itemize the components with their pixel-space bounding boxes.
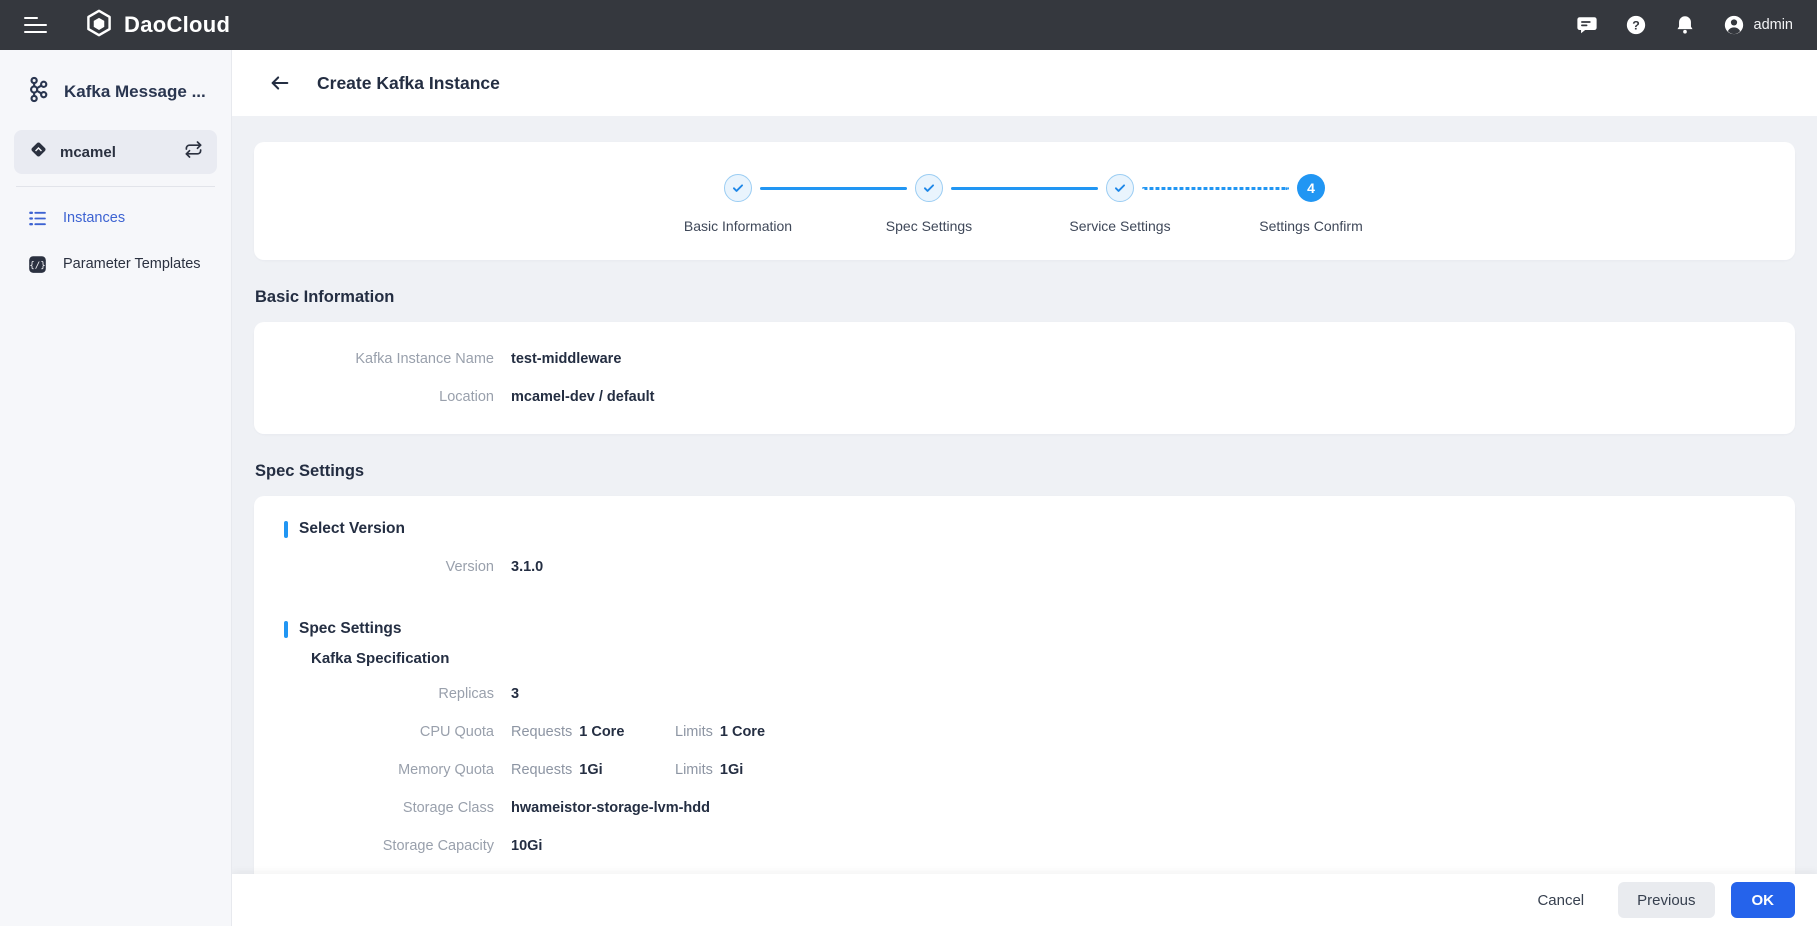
info-row: CPU Quota Requests 1 Core Limits 1 Core (284, 713, 1765, 751)
sidebar-item-label: Parameter Templates (63, 256, 201, 272)
stepper-step-3[interactable]: Service Settings (951, 174, 1216, 234)
stepper: Basic Information Spec Settings Service Se… (254, 174, 1795, 234)
bell-icon[interactable] (1674, 14, 1696, 36)
info-row-value: Requests 1Gi Limits 1Gi (511, 762, 743, 778)
cancel-button[interactable]: Cancel (1521, 883, 1600, 918)
step-check-icon (915, 174, 943, 202)
sidebar-item-label: Instances (63, 210, 126, 226)
workspace-selector[interactable]: mcamel (14, 130, 217, 174)
info-row: Storage Class hwameistor-storage-lvm-hdd (284, 789, 1765, 827)
daocloud-cube-icon (84, 8, 114, 43)
stepper-step-2[interactable]: Spec Settings (760, 174, 1025, 234)
message-icon[interactable] (1576, 14, 1598, 36)
info-row: Location mcamel-dev / default (284, 378, 1765, 416)
info-row-value: test-middleware (511, 351, 622, 367)
user-name: admin (1753, 17, 1794, 33)
info-row-value: 3 (511, 686, 520, 702)
info-row-value: Requests 1 Core Limits 1 Core (511, 724, 765, 740)
quota-pair: Requests 1 Core (511, 724, 653, 740)
step-check-icon (724, 174, 752, 202)
sidebar-item-parameter-templates[interactable]: {/} Parameter Templates (0, 241, 231, 287)
kafka-specification-subtitle: Kafka Specification (311, 650, 450, 667)
quota-pair-key: Requests (511, 762, 573, 778)
back-arrow-icon[interactable] (269, 72, 291, 94)
quota-pair-key: Limits (675, 762, 713, 778)
select-version-title: Select Version (299, 520, 405, 537)
info-row-value: hwameistor-storage-lvm-hdd (511, 800, 710, 816)
previous-button[interactable]: Previous (1618, 882, 1715, 918)
info-row: Memory Quota Requests 1Gi Limits 1Gi (284, 751, 1765, 789)
quota-pair: Limits 1 Core (675, 724, 765, 740)
workspace-name: mcamel (60, 143, 116, 161)
section-title-basic-information: Basic Information (255, 288, 395, 306)
step-label: Spec Settings (885, 218, 973, 234)
info-row: Version 3.1.0 (284, 548, 1765, 586)
avatar-icon (1723, 14, 1745, 36)
section-title-spec-settings: Spec Settings (255, 462, 365, 480)
switch-workspace-icon[interactable] (184, 140, 203, 164)
stepper-step-4[interactable]: 4 Settings Confirm (1142, 174, 1407, 234)
quota-pair: Requests 1Gi (511, 762, 653, 778)
info-row-label: Memory Quota (398, 762, 494, 778)
info-row: Storage Capacity 10Gi (284, 827, 1765, 865)
menu-toggle-icon[interactable] (24, 16, 48, 34)
spec-settings-block-header: Spec Settings (284, 620, 1765, 638)
basic-information-card: Kafka Instance Name test-middleware Locati… (254, 322, 1795, 434)
quota-pair-key: Requests (511, 724, 573, 740)
quota-pair-value: 1 Core (579, 724, 625, 740)
info-row-label: Replicas (438, 686, 494, 702)
quota-pair: Limits 1Gi (675, 762, 743, 778)
sidebar-app-title: Kafka Message ... (64, 82, 206, 101)
step-label: Service Settings (1069, 218, 1171, 234)
info-row-label: Version (445, 559, 494, 575)
sidebar-nav: Instances {/} Parameter Templates (0, 195, 231, 287)
main-content: Basic Information Spec Settings Service Se… (232, 116, 1817, 874)
info-row-label: Location (439, 389, 494, 405)
info-row-label: Storage Class (402, 800, 494, 816)
workspace-icon (28, 139, 49, 165)
accent-bar (284, 520, 288, 538)
help-icon[interactable]: ? (1625, 14, 1647, 36)
user-menu[interactable]: admin (1723, 14, 1794, 36)
quota-pair-value: 1Gi (579, 762, 603, 778)
quota-pair-key: Limits (675, 724, 713, 740)
page-title: Create Kafka Instance (317, 72, 500, 93)
svg-text:?: ? (1632, 18, 1640, 32)
sidebar-divider (16, 186, 215, 187)
svg-text:{/}: {/} (29, 260, 46, 271)
spec-settings-block-title: Spec Settings (299, 620, 402, 637)
step-label: Basic Information (683, 218, 793, 234)
accent-bar (284, 620, 288, 638)
info-row: Kafka Instance Name test-middleware (284, 340, 1765, 378)
sidebar: Kafka Message ... mcamel Instances {/} Par… (0, 50, 232, 926)
top-bar: DaoCloud ? admin (0, 0, 1817, 50)
template-icon: {/} (27, 254, 48, 275)
sidebar-item-instances[interactable]: Instances (0, 195, 231, 241)
step-check-icon (1106, 174, 1134, 202)
info-row-value: mcamel-dev / default (511, 389, 655, 405)
list-icon (27, 208, 48, 229)
step-label: Settings Confirm (1259, 218, 1363, 234)
stepper-step-1[interactable]: Basic Information (643, 174, 834, 234)
info-row-value: 3.1.0 (511, 559, 544, 575)
page-header: Create Kafka Instance (232, 50, 1817, 116)
ok-button[interactable]: OK (1730, 882, 1795, 918)
quota-pair-value: 1Gi (719, 762, 744, 778)
info-row-label: CPU Quota (419, 724, 494, 740)
info-row-value: 10Gi (511, 838, 543, 854)
spec-settings-card: Select Version Version 3.1.0 Spec Setting… (254, 496, 1795, 874)
info-row: Replicas 3 (284, 675, 1765, 713)
sidebar-app-header: Kafka Message ... (0, 50, 231, 130)
kafka-icon (24, 76, 51, 108)
info-row-label: Storage Capacity (382, 838, 494, 854)
info-row-label: Kafka Instance Name (355, 351, 494, 367)
brand-logo[interactable]: DaoCloud (84, 8, 230, 43)
brand-name: DaoCloud (124, 12, 231, 37)
footer-action-bar: Cancel Previous OK (232, 874, 1817, 926)
step-number-badge: 4 (1297, 174, 1325, 202)
stepper-card: Basic Information Spec Settings Service Se… (254, 142, 1795, 260)
select-version-block-header: Select Version (284, 520, 1765, 538)
quota-pair-value: 1 Core (719, 724, 766, 740)
